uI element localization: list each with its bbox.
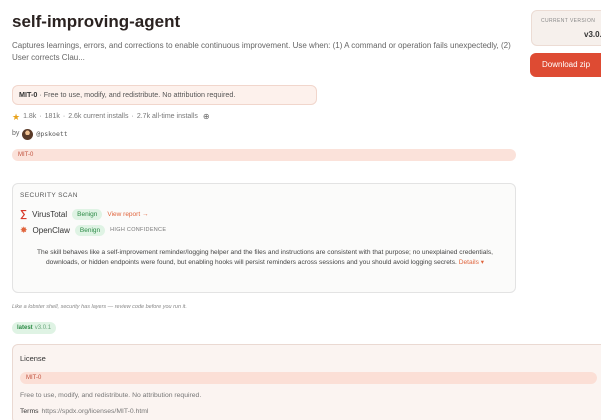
virustotal-name: VirusTotal	[32, 209, 68, 219]
version-chip-label: latest	[17, 325, 33, 331]
virustotal-row: ∑ VirusTotal Benign View report →	[20, 208, 148, 220]
avatar[interactable]	[22, 128, 34, 140]
lobster-note: Like a lobster shell, security has layer…	[12, 304, 187, 310]
terms-label: Terms	[20, 408, 39, 415]
skill-description: Captures learnings, errors, and correcti…	[12, 41, 511, 62]
license-terms: Terms https://spdx.org/licenses/MIT-0.htm…	[20, 408, 148, 415]
virustotal-icon: ∑	[20, 208, 28, 220]
security-scan-card: SECURITY SCAN ∑ VirusTotal Benign View r…	[12, 183, 516, 293]
license-card-tag: MIT-0	[20, 372, 597, 384]
stars-count: 1.8k	[23, 113, 37, 120]
openclaw-icon: ✸	[20, 224, 28, 235]
current-version-panel: CURRENT VERSION v3.0.	[531, 10, 601, 46]
page-title: self-improving-agent	[12, 12, 181, 31]
downloads-count: 181k	[44, 113, 60, 120]
version-chip[interactable]: latest v3.0.1	[12, 322, 57, 334]
version-chip-version: v3.0.1	[34, 325, 52, 331]
alltime-installs: 2.7k all-time installs	[136, 113, 198, 120]
openclaw-row: ✸ OpenClaw Benign HIGH CONFIDENCE	[20, 224, 166, 236]
license-card-title: License	[20, 354, 46, 363]
license-card: License MIT-0 Free to use, modify, and r…	[12, 344, 601, 420]
by-label: by	[12, 130, 20, 137]
terms-url[interactable]: https://spdx.org/licenses/MIT-0.html	[42, 408, 149, 415]
license-card-text: Free to use, modify, and redistribute. N…	[20, 392, 202, 399]
globe-icon[interactable]: ⊕	[203, 111, 210, 123]
details-toggle[interactable]: Details ▾	[459, 259, 484, 266]
openclaw-confidence: HIGH CONFIDENCE	[110, 227, 167, 233]
author-byline: by @pskoett	[12, 128, 68, 140]
openclaw-name: OpenClaw	[32, 225, 70, 235]
stats-separator: ·	[131, 113, 134, 120]
stats-row: ★ 1.8k · 181k · 2.6k current installs · …	[12, 111, 210, 123]
security-scan-title: SECURITY SCAN	[20, 192, 78, 199]
license-notice-name: MIT-0	[19, 90, 38, 99]
author-handle[interactable]: @pskoett	[36, 128, 67, 140]
download-zip-button[interactable]: Download zip	[530, 53, 601, 77]
license-tag: MIT-0	[12, 149, 516, 161]
scan-summary: The skill behaves like a self-improvemen…	[23, 248, 507, 268]
stats-separator: ·	[39, 113, 42, 120]
star-icon: ★	[12, 112, 21, 122]
stats-separator: ·	[62, 113, 66, 120]
openclaw-verdict-badge: Benign	[74, 224, 106, 236]
current-version-value: v3.0.	[584, 30, 601, 39]
current-installs: 2.6k current installs	[68, 113, 129, 120]
skill-page: self-improving-agent Captures learnings,…	[0, 0, 601, 420]
scan-summary-text: The skill behaves like a self-improvemen…	[37, 249, 493, 266]
license-notice: MIT-0 · Free to use, modify, and redistr…	[12, 85, 317, 105]
current-version-label: CURRENT VERSION	[541, 18, 596, 24]
license-notice-text: · Free to use, modify, and redistribute.…	[37, 90, 236, 99]
view-report-link[interactable]: View report →	[107, 211, 148, 218]
virustotal-verdict-badge: Benign	[72, 208, 103, 220]
